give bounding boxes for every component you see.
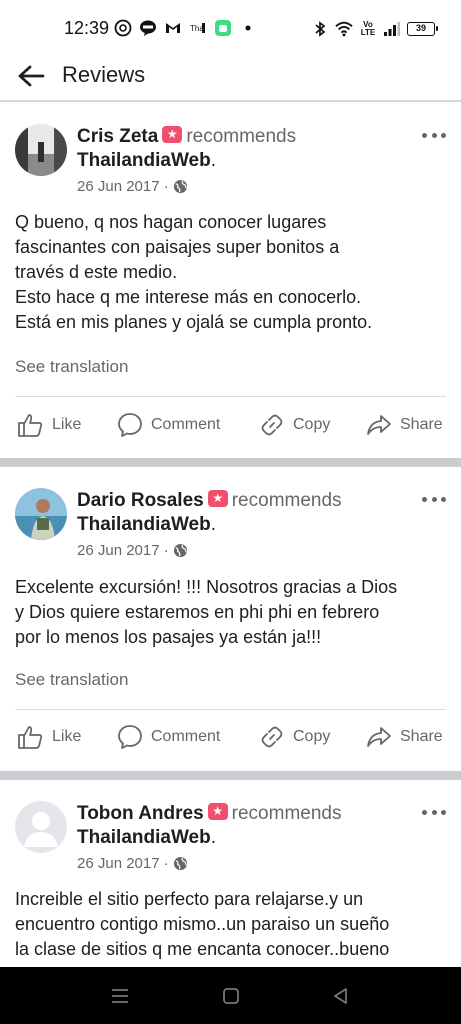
- more-options-button[interactable]: [422, 493, 446, 505]
- home-square-icon: [223, 988, 239, 1004]
- share-button[interactable]: Share: [366, 405, 443, 445]
- thumbs-up-icon: [18, 414, 43, 437]
- review-card: Cris Zetarecommends ThailandiaWeb. 26 Ju…: [0, 103, 461, 458]
- globe-icon: [173, 856, 187, 871]
- dot-icon: [239, 19, 257, 37]
- back-nav-button[interactable]: [329, 985, 353, 1007]
- bluetooth-icon: [311, 20, 329, 38]
- page-name-link[interactable]: ThailandiaWeb: [77, 514, 211, 535]
- see-translation-link[interactable]: See translation: [15, 670, 128, 690]
- header-divider: [0, 100, 461, 102]
- review-text: Q bueno, q nos hagan conocer lugares fas…: [15, 212, 373, 332]
- share-button[interactable]: Share: [366, 717, 443, 757]
- recent-apps-button[interactable]: [108, 985, 132, 1007]
- globe-icon: [173, 179, 187, 194]
- review-date[interactable]: 26 Jun 2017 ·: [77, 178, 169, 195]
- system-nav-bar: [0, 967, 461, 1024]
- recommend-icon: [207, 490, 228, 507]
- like-button[interactable]: Like: [16, 405, 81, 445]
- review-card: Dario Rosalesrecommends ThailandiaWeb. 2…: [0, 467, 461, 771]
- copy-button[interactable]: Copy: [259, 717, 330, 757]
- threads-icon: [114, 19, 132, 37]
- review-actions: Like Comment Copy Share: [0, 405, 461, 445]
- reviewer-name[interactable]: Dario Rosales: [77, 490, 204, 511]
- menu-icon: [112, 989, 128, 1003]
- review-separator: [0, 771, 461, 780]
- comment-icon: [118, 725, 142, 749]
- comment-button[interactable]: Comment: [117, 405, 220, 445]
- review-text: Excelente excursión! !!! Nosotros gracia…: [15, 577, 398, 647]
- wifi-icon: [335, 20, 353, 38]
- actions-divider: [15, 396, 446, 397]
- avatar[interactable]: [15, 488, 67, 540]
- notification-icons: Thai: [114, 18, 257, 38]
- actions-divider: [15, 709, 446, 710]
- thai-app-icon: Thai: [189, 19, 207, 37]
- recommends-label: recommends: [231, 803, 342, 824]
- back-button[interactable]: [14, 60, 48, 92]
- comment-button[interactable]: Comment: [117, 717, 220, 757]
- avatar[interactable]: [15, 801, 67, 853]
- recommends-label: recommends: [231, 490, 342, 511]
- like-button[interactable]: Like: [16, 717, 81, 757]
- android-app-icon: [214, 19, 232, 37]
- review-text: Increible el sitio perfecto para relajar…: [15, 889, 390, 959]
- review-actions: Like Comment Copy Share: [0, 717, 461, 757]
- recommend-icon: [207, 803, 228, 820]
- battery-icon: 39: [407, 22, 438, 36]
- recommends-label: recommends: [186, 126, 297, 147]
- review-card: Tobon Andresrecommends ThailandiaWeb. 26…: [0, 780, 461, 967]
- page-name-link[interactable]: ThailandiaWeb: [77, 150, 211, 171]
- comment-icon: [118, 413, 142, 437]
- avatar[interactable]: [15, 124, 67, 176]
- share-icon: [367, 415, 391, 435]
- thumbs-up-icon: [18, 726, 43, 749]
- link-icon: [261, 726, 283, 748]
- system-icons: Vo LTE 39: [311, 18, 438, 40]
- reviewer-name[interactable]: Cris Zeta: [77, 126, 158, 147]
- arrow-left-icon: [18, 65, 45, 87]
- status-time: 12:39: [64, 18, 110, 38]
- status-bar: 12:39 Thai Vo LTE 39: [0, 0, 461, 56]
- page-title: Reviews: [62, 62, 146, 87]
- line-icon: [139, 19, 157, 37]
- recommend-icon: [162, 126, 183, 143]
- app-header: Reviews: [0, 52, 461, 100]
- share-icon: [367, 727, 391, 747]
- more-options-button[interactable]: [422, 129, 446, 141]
- page-name-link[interactable]: ThailandiaWeb: [77, 827, 211, 848]
- link-icon: [261, 414, 283, 436]
- globe-icon: [173, 543, 187, 558]
- review-separator: [0, 458, 461, 467]
- copy-button[interactable]: Copy: [259, 405, 330, 445]
- reviewer-name[interactable]: Tobon Andres: [77, 803, 204, 824]
- review-date[interactable]: 26 Jun 2017 ·: [77, 855, 169, 872]
- gmail-icon: [164, 19, 182, 37]
- back-triangle-icon: [334, 988, 347, 1004]
- review-date[interactable]: 26 Jun 2017 ·: [77, 542, 169, 559]
- see-translation-link[interactable]: See translation: [15, 357, 128, 377]
- signal-icon: [383, 20, 401, 38]
- more-options-button[interactable]: [422, 806, 446, 818]
- volte-indicator: Vo LTE: [360, 20, 376, 37]
- home-button[interactable]: [219, 985, 243, 1007]
